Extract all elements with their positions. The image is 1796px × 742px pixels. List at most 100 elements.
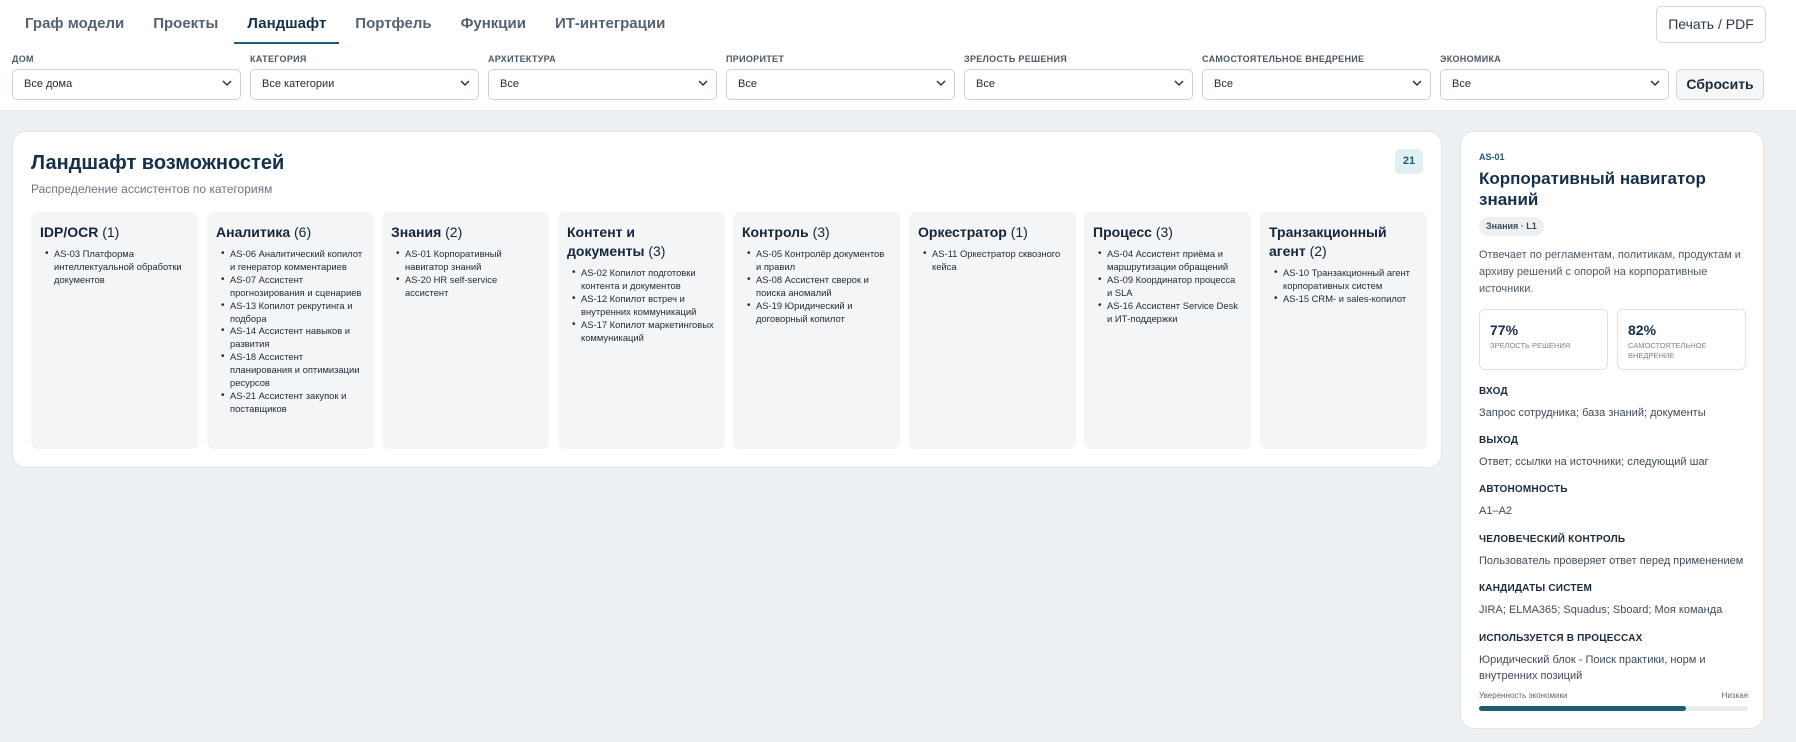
category-name: Контроль: [742, 224, 809, 240]
tab-portfolio[interactable]: Портфель: [342, 0, 444, 44]
assistant-list: AS-02 Копилот подготовки контента и доку…: [567, 267, 716, 344]
section-heading: Вход: [1479, 386, 1508, 397]
list-item[interactable]: AS-08 Ассистент сверок и поиска аномалий: [747, 274, 891, 300]
section-heading: Используется в процессах: [1479, 633, 1643, 644]
category-column: Контроль (3) AS-05 Контролёр документов и…: [733, 212, 900, 449]
select-value: Все: [500, 78, 519, 90]
filter-bar: Дом Все дома Категория Все категории Арх…: [12, 52, 1678, 100]
chevron-down-icon: [460, 80, 470, 87]
select-value: Все категории: [262, 78, 335, 90]
list-item[interactable]: AS-03 Платформа интеллектуальной обработ…: [45, 248, 189, 287]
metric-label: Самостоятельное внедрение: [1628, 341, 1707, 360]
confidence-bar: [1479, 706, 1748, 711]
list-item[interactable]: AS-06 Аналитический копилот и генератор …: [221, 248, 365, 274]
landscape-panel: Ландшафт возможностей Распределение асси…: [12, 131, 1442, 468]
filter-label: Зрелость решения: [964, 54, 1067, 64]
list-item[interactable]: AS-18 Ассистент планирования и оптимизац…: [221, 351, 365, 390]
category-tag: Знания · L1: [1479, 217, 1544, 236]
assistant-list: AS-11 Оркестратор сквозного кейса: [918, 248, 1067, 274]
category-column: Транзакционный агент (2) AS-10 Транзакцио…: [1260, 212, 1427, 449]
chevron-down-icon: [1650, 80, 1660, 87]
print-pdf-button[interactable]: Печать / PDF: [1656, 6, 1766, 43]
category-name: Оркестратор: [918, 224, 1007, 240]
section-autonomy: Автономность A1–A2: [1479, 484, 1749, 519]
list-item[interactable]: AS-05 Контролёр документов и правил: [747, 248, 891, 274]
filter-architecture: Архитектура Все: [488, 52, 717, 100]
filter-label: Категория: [250, 54, 307, 64]
list-item[interactable]: AS-16 Ассистент Service Desk и ИТ-поддер…: [1098, 300, 1242, 326]
section-input: Вход Запрос сотрудника; база знаний; док…: [1479, 386, 1749, 421]
filter-label: Архитектура: [488, 54, 556, 64]
economics-select[interactable]: Все: [1440, 69, 1669, 100]
filter-category: Категория Все категории: [250, 52, 479, 100]
list-item[interactable]: AS-01 Корпоративный навигатор знаний: [396, 248, 540, 274]
category-heading: Контроль (3): [742, 223, 891, 242]
section-system-candidates: Кандидаты систем JIRA; ELMA365; Squadus;…: [1479, 583, 1749, 618]
category-column: Процесс (3) AS-04 Ассистент приёма и марш…: [1084, 212, 1251, 449]
metric-label: Зрелость решения: [1490, 341, 1571, 350]
list-item[interactable]: AS-02 Копилот подготовки контента и доку…: [572, 267, 716, 293]
reset-button[interactable]: Сбросить: [1676, 69, 1764, 100]
tab-projects[interactable]: Проекты: [140, 0, 231, 44]
category-select[interactable]: Все категории: [250, 69, 479, 100]
nav-tabs: Граф модели Проекты Ландшафт Портфель Фу…: [12, 0, 681, 46]
section-value: Пользователь проверяет ответ перед приме…: [1479, 555, 1744, 567]
assistant-title: Корпоративный навигатор знаний: [1479, 169, 1706, 209]
section-value: Ответ; ссылки на источники; следующий ша…: [1479, 456, 1709, 468]
confidence-row: Уверенность экономики Низкая: [1479, 691, 1748, 700]
category-heading: Транзакционный агент (2): [1269, 223, 1418, 261]
list-item[interactable]: AS-10 Транзакционный агент корпоративных…: [1274, 267, 1418, 293]
self-implementation-select[interactable]: Все: [1202, 69, 1431, 100]
list-item[interactable]: AS-11 Оркестратор сквозного кейса: [923, 248, 1067, 274]
category-count: (2): [445, 224, 463, 240]
filter-label: Приоритет: [726, 54, 785, 64]
section-output: Выход Ответ; ссылки на источники; следую…: [1479, 435, 1749, 470]
list-item[interactable]: AS-14 Ассистент навыков и развития: [221, 325, 365, 351]
list-item[interactable]: AS-07 Ассистент прогнозирования и сценар…: [221, 274, 365, 300]
tab-model-graph[interactable]: Граф модели: [12, 0, 137, 44]
filter-label: Дом: [12, 54, 34, 64]
category-count: (1): [102, 224, 120, 240]
filter-maturity: Зрелость решения Все: [964, 52, 1193, 100]
assistant-list: AS-01 Корпоративный навигатор знанийAS-2…: [391, 248, 540, 300]
architecture-select[interactable]: Все: [488, 69, 717, 100]
list-item[interactable]: AS-12 Копилот встреч и внутренних коммун…: [572, 293, 716, 319]
page-title: Ландшафт возможностей: [31, 152, 285, 174]
list-item[interactable]: AS-19 Юридический и договорный копилот: [747, 300, 891, 326]
category-count: (6): [294, 224, 312, 240]
category-count: (3): [812, 224, 830, 240]
section-value: JIRA; ELMA365; Squadus; Sboard; Моя кома…: [1479, 604, 1723, 616]
tab-landscape[interactable]: Ландшафт: [234, 0, 340, 44]
list-item[interactable]: AS-09 Координатор процесса и SLA: [1098, 274, 1242, 300]
list-item[interactable]: AS-15 CRM- и sales-копилот: [1274, 293, 1418, 306]
select-value: Все дома: [24, 78, 73, 90]
chevron-down-icon: [1412, 80, 1422, 87]
tab-it-integrations[interactable]: ИТ-интеграции: [542, 0, 678, 44]
filter-priority: Приоритет Все: [726, 52, 955, 100]
assistant-description: Отвечает по регламентам, политикам, прод…: [1479, 249, 1741, 295]
priority-select[interactable]: Все: [726, 69, 955, 100]
assistant-list: AS-06 Аналитический копилот и генератор …: [216, 248, 365, 416]
filter-house: Дом Все дома: [12, 52, 241, 100]
chevron-down-icon: [222, 80, 232, 87]
section-value: Запрос сотрудника; база знаний; документ…: [1479, 407, 1706, 419]
list-item[interactable]: AS-21 Ассистент закупок и поставщиков: [221, 390, 365, 416]
category-heading: IDP/OCR (1): [40, 223, 189, 242]
list-item[interactable]: AS-17 Копилот маркетинговых коммуникаций: [572, 319, 716, 345]
section-human-control: Человеческий контроль Пользователь прове…: [1479, 534, 1749, 569]
list-item[interactable]: AS-20 HR self-service ассистент: [396, 274, 540, 300]
list-item[interactable]: AS-04 Ассистент приёма и маршрутизации о…: [1098, 248, 1242, 274]
chevron-down-icon: [1174, 80, 1184, 87]
section-processes: Используется в процессах Юридический бло…: [1479, 633, 1749, 684]
top-bar: Граф модели Проекты Ландшафт Портфель Фу…: [0, 0, 1796, 111]
confidence-value: Низкая: [1721, 691, 1748, 700]
list-item[interactable]: AS-13 Копилот рекрутинга и подбора: [221, 300, 365, 326]
category-column: Знания (2) AS-01 Корпоративный навигатор …: [382, 212, 549, 449]
tab-functions[interactable]: Функции: [448, 0, 539, 44]
house-select[interactable]: Все дома: [12, 69, 241, 100]
section-value: Юридический блок - Поиск практики, норм …: [1479, 654, 1706, 682]
section-heading: Автономность: [1479, 484, 1568, 495]
select-value: Все: [1214, 78, 1233, 90]
filter-self-implementation: Самостоятельное внедрение Все: [1202, 52, 1431, 100]
maturity-select[interactable]: Все: [964, 69, 1193, 100]
